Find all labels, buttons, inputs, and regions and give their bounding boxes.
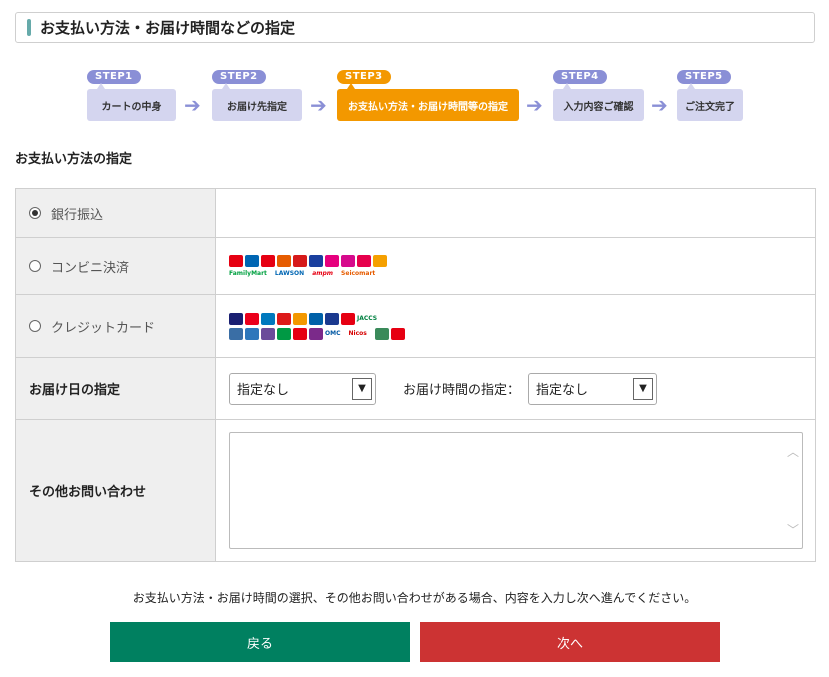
arrow-right-icon: ➔ [184,93,201,117]
delivery-date-label-cell: お届け日の指定 [15,357,216,420]
convenience-label: コンビニ決済 [51,260,130,276]
convenience-logos-cell: FamilyMart LAWSON ampm Seicomart [215,237,816,295]
header-accent-bar [27,19,31,36]
payment-row-credit: クレジットカード JACCS OMC Nicos [15,294,816,358]
delivery-time-select[interactable]: 指定なし ▼ [528,372,658,405]
diners-logo [261,312,275,325]
convenience-radio[interactable] [29,260,41,272]
saison-logo [277,312,291,325]
scroll-down-icon[interactable]: ﹀ [787,521,799,538]
step-4-badge: STEP4 [553,70,607,84]
step-1-badge: STEP1 [87,70,141,84]
kc-card-logo [293,327,307,340]
step-2-label: お届け先指定 [212,89,302,121]
aeon-logo [277,327,291,340]
section-title: お支払い方法の指定 [15,152,133,167]
lawson-text-logo: LAWSON [274,270,305,277]
seicomart-logo: Seicomart [341,270,376,277]
uc-logo [325,312,339,325]
ufj-card-logo [229,327,243,340]
step-1-label: カートの中身 [87,89,176,121]
payment-option-convenience[interactable]: コンビニ決済 [15,237,216,295]
delivery-time-label: お届け時間の指定： [403,383,521,398]
inquiry-row: その他お問い合わせ ︿ ﹀ [15,419,816,562]
bank-radio[interactable] [29,207,41,219]
delivery-selects-cell: 指定なし ▼ お届け時間の指定： 指定なし ▼ [215,357,816,420]
arrow-right-icon: ➔ [651,93,668,117]
visa-logo [229,312,243,325]
ministop-logo [309,255,323,267]
bank-info-cell [215,188,816,238]
mini-store-logo [373,255,387,267]
back-button[interactable]: 戻る [110,622,410,662]
chevron-down-icon[interactable]: ▼ [633,377,654,400]
payment-option-bank[interactable]: 銀行振込 [15,188,216,238]
bank-label: 銀行振込 [51,207,104,223]
delivery-date-select[interactable]: 指定なし ▼ [229,372,376,405]
page-header: お支払い方法・お届け時間などの指定 [15,12,815,43]
delivery-date-label: お届け日の指定 [29,383,121,398]
inquiry-label-cell: その他お問い合わせ [15,419,216,562]
delivery-time-value: 指定なし [536,383,589,398]
dc-card-logo [261,327,275,340]
instruction-note: お支払い方法・お届け時間の選択、その他お問い合わせがある場合、内容を入力し次へ進… [132,591,697,605]
mastercard-logo [245,312,259,325]
inquiry-label: その他お問い合わせ [29,485,147,500]
amex-logo [245,327,259,340]
inquiry-cell: ︿ ﹀ [215,419,816,562]
inquiry-textarea[interactable]: ︿ ﹀ [229,432,803,549]
step-4-label: 入力内容ご確認 [553,89,644,121]
mufg-card-logo [374,327,389,340]
credit-label: クレジットカード [51,320,156,336]
familymart-logo: FamilyMart [229,270,267,277]
jcb-logo [309,312,323,325]
step-indicator: STEP1 カートの中身 ➔ STEP2 お届け先指定 ➔ STEP3 お支払い… [0,70,829,126]
payment-row-bank: 銀行振込 [15,188,816,238]
page-title: お支払い方法・お届け時間などの指定 [40,19,296,37]
arrow-right-icon: ➔ [526,93,543,117]
convenience-radio-label[interactable]: コンビニ決済 [29,257,215,276]
step-3-label: お支払い方法・お届け時間等の指定 [337,89,519,121]
cf-logo [341,312,355,325]
credit-radio[interactable] [29,320,41,332]
coco-store-logo [357,255,371,267]
bank-radio-label[interactable]: 銀行振込 [29,204,215,223]
step-5-badge: STEP5 [677,70,731,84]
pocket-card-logo [309,327,323,340]
step-2-badge: STEP2 [212,70,266,84]
delivery-date-row: お届け日の指定 指定なし ▼ お届け時間の指定： 指定なし ▼ [15,357,816,420]
credit-logos-cell: JACCS OMC Nicos [215,294,816,358]
circle-k-logo [261,255,275,267]
next-button[interactable]: 次へ [420,622,720,662]
daily-yamazaki-logo [293,255,307,267]
sunkus-logo [277,255,291,267]
credit-card-logos: JACCS OMC Nicos [229,312,815,340]
step-3-badge: STEP3 [337,70,391,84]
orico-logo [293,312,307,325]
three-f-logo [341,255,355,267]
jaccs-logo: JACCS [357,315,378,322]
step-5-label: ご注文完了 [677,89,743,121]
credit-radio-label[interactable]: クレジットカード [29,317,215,336]
omc-logo: OMC [325,330,341,337]
order-options-form: 銀行振込 コンビニ決済 FamilyMart LAWSON ampm Seico… [15,188,816,562]
convenience-store-logos: FamilyMart LAWSON ampm Seicomart [229,255,815,277]
nicos-logo: Nicos [348,330,367,337]
payment-row-convenience: コンビニ決済 FamilyMart LAWSON ampm Seicomart [15,237,816,295]
arrow-right-icon: ➔ [310,93,327,117]
ampm-logo: ampm [312,270,334,277]
seven-eleven-logo [229,255,243,267]
scroll-up-icon[interactable]: ︿ [787,443,799,460]
poplar-logo [325,255,339,267]
delivery-date-value: 指定なし [237,383,290,398]
payment-option-credit[interactable]: クレジットカード [15,294,216,358]
dc-logo [390,327,405,340]
chevron-down-icon[interactable]: ▼ [352,377,372,400]
lawson-logo [245,255,259,267]
